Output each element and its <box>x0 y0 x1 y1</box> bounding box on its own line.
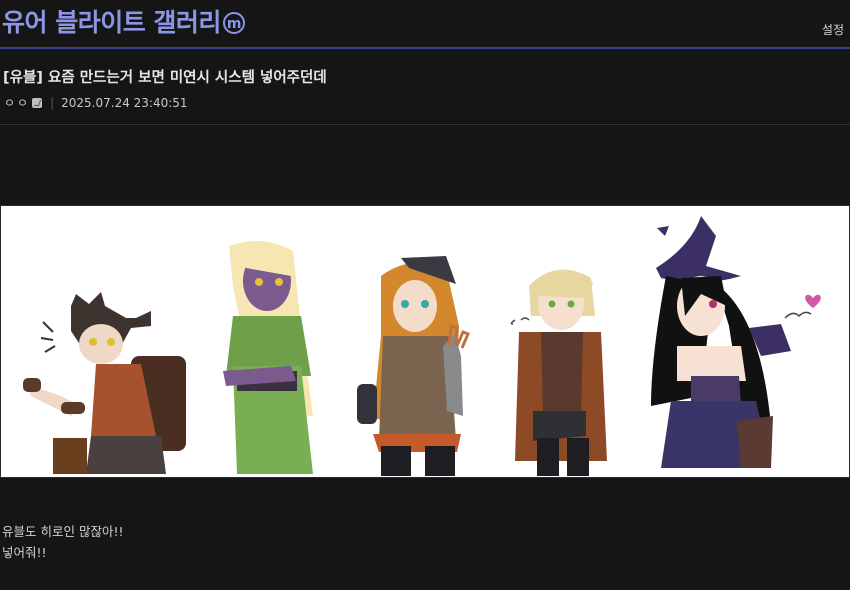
meta-separator: | <box>50 96 55 110</box>
post-datetime: 2025.07.24 23:40:51 <box>61 96 188 110</box>
author-name[interactable]: ㅇㅇ <box>4 96 30 110</box>
gallery-title[interactable]: 유어 블라이트 갤러리 m <box>2 3 245 39</box>
settings-link[interactable]: 설정 <box>822 21 844 38</box>
post-body-line: 넣어줘!! <box>2 545 47 560</box>
character-2-dark-elf <box>223 241 313 474</box>
character-5-witch <box>651 216 821 468</box>
character-illustration <box>23 216 821 476</box>
character-3-braided-girl <box>357 256 470 476</box>
post-image[interactable] <box>0 205 850 478</box>
post-title: [유블] 요즘 만드는거 보면 미연시 시스템 넣어주던데 <box>3 70 327 86</box>
gallery-header: 유어 블라이트 갤러리 m 설정 <box>0 0 850 48</box>
header-accent-line <box>0 47 850 49</box>
gallery-name[interactable]: 유어 블라이트 갤러리 <box>2 8 221 37</box>
fixed-nick-icon <box>32 98 43 108</box>
title-divider <box>0 124 850 125</box>
post-body-line: 유블도 히로인 많잖아!! <box>2 524 124 539</box>
minor-gallery-badge-icon: m <box>222 12 245 34</box>
post-meta: ㅇㅇ | 2025.07.24 23:40:51 <box>4 94 188 111</box>
character-4-blonde-boy <box>510 269 607 476</box>
character-1-catgirl <box>23 292 186 474</box>
